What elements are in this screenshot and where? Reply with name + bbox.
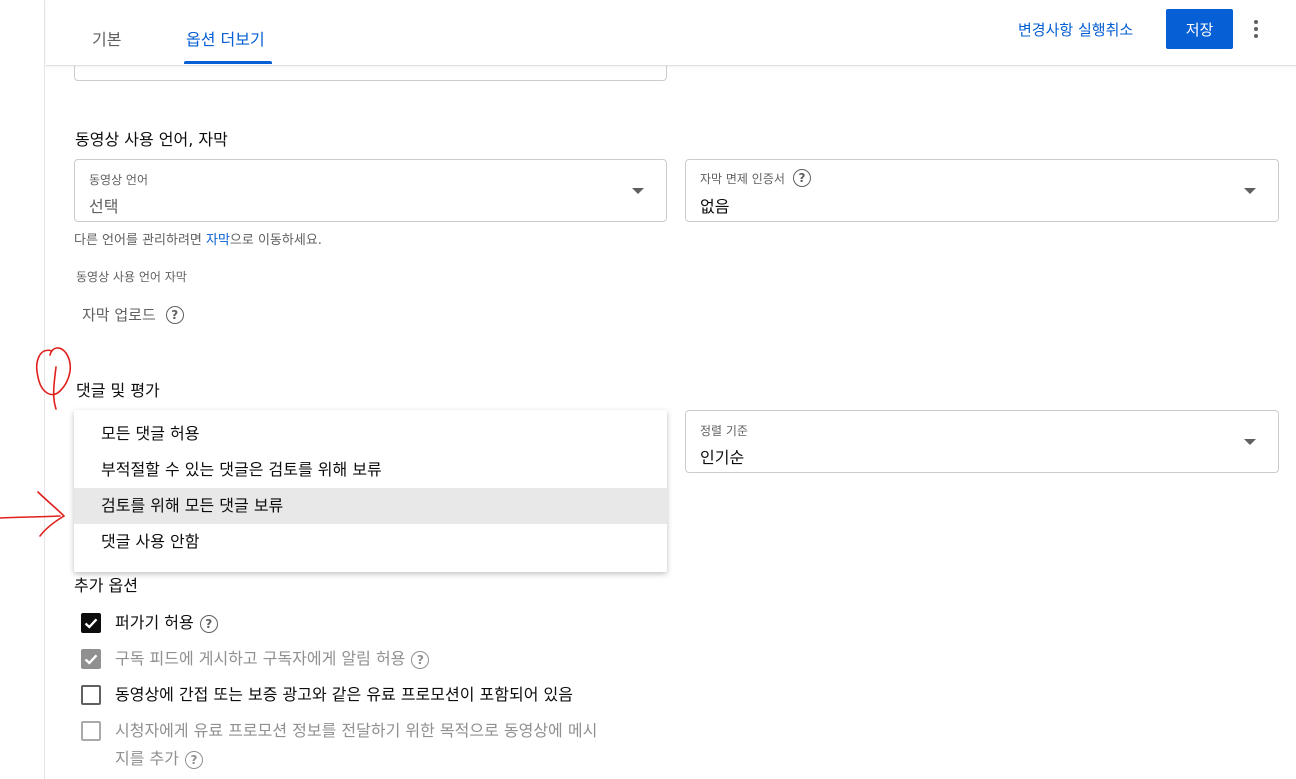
comments-section-title: 댓글 및 평가 — [76, 381, 160, 400]
option-text: 구독 피드에 게시하고 구독자에게 알림 허용? — [115, 648, 430, 670]
dropdown-arrow-icon — [632, 188, 644, 194]
upload-captions-label[interactable]: 자막 업로드 — [82, 304, 156, 325]
save-button[interactable]: 저장 — [1166, 9, 1233, 49]
paid-promotion-option[interactable]: 동영상에 간접 또는 보증 광고와 같은 유료 프로모션이 포함되어 있음 — [81, 684, 573, 706]
sort-by-select[interactable]: 정렬 기준 인기순 — [685, 410, 1279, 473]
help-icon[interactable]: ? — [184, 750, 203, 769]
language-hint: 다른 언어를 관리하려면 자막으로 이동하세요. — [74, 229, 322, 248]
more-vert-icon[interactable] — [1246, 10, 1266, 48]
left-rail — [0, 0, 45, 779]
captions-subtitle: 동영상 사용 언어 자막 — [76, 270, 187, 284]
allow-embedding-label: 퍼가기 허용 — [115, 613, 194, 632]
dropdown-arrow-icon — [1244, 439, 1256, 445]
comment-options-dropdown: 모든 댓글 허용 부적절할 수 있는 댓글은 검토를 위해 보류 검토를 위해 … — [74, 410, 667, 572]
caption-certification-label: 자막 면제 인증서 — [700, 171, 785, 186]
hint-text-prefix: 다른 언어를 관리하려면 — [74, 233, 206, 248]
allow-embedding-option[interactable]: 퍼가기 허용? — [81, 612, 218, 634]
tab-more-options[interactable]: 옵션 더보기 — [186, 26, 265, 50]
help-icon[interactable]: ? — [199, 614, 218, 633]
video-language-select[interactable]: 동영상 언어 선택 — [74, 159, 667, 222]
active-tab-indicator — [184, 61, 272, 64]
notify-subscribers-option[interactable]: 구독 피드에 게시하고 구독자에게 알림 허용? — [81, 648, 430, 670]
paid-promotion-label: 동영상에 간접 또는 보증 광고와 같은 유료 프로모션이 포함되어 있음 — [115, 685, 573, 704]
video-language-label: 동영상 언어 — [89, 173, 149, 187]
sort-by-value: 인기순 — [700, 448, 745, 467]
revert-changes-button[interactable]: 변경사항 실행취소 — [1018, 19, 1133, 40]
captions-link[interactable]: 자막 — [206, 233, 230, 248]
checkbox-checked-disabled — [81, 649, 101, 669]
checkbox-unchecked-disabled — [81, 721, 101, 741]
checkmark-icon — [84, 654, 98, 665]
checkbox-unchecked[interactable] — [81, 685, 101, 705]
help-icon[interactable]: ? — [411, 650, 430, 669]
help-icon[interactable]: ? — [165, 305, 184, 324]
dropdown-arrow-icon — [1244, 188, 1256, 194]
caption-certification-value: 없음 — [700, 197, 730, 216]
promotion-message-option[interactable]: 시청자에게 유료 프로모션 정보를 전달하기 위한 목적으로 동영상에 메시 지… — [81, 720, 597, 773]
checkmark-icon — [84, 618, 98, 629]
caption-certification-select[interactable]: 자막 면제 인증서 ? 없음 — [685, 159, 1279, 222]
tab-basic[interactable]: 기본 — [92, 26, 121, 50]
top-bar: 기본 옵션 더보기 변경사항 실행취소 저장 — [46, 0, 1296, 66]
option-text: 퍼가기 허용? — [115, 612, 218, 634]
language-section-title: 동영상 사용 언어, 자막 — [75, 130, 228, 149]
upload-captions-row[interactable]: 자막 업로드 ? — [82, 304, 184, 325]
option-hold-inappropriate-comments[interactable]: 부적절할 수 있는 댓글은 검토를 위해 보류 — [74, 452, 667, 488]
promotion-message-label-line2: 지를 추가 — [115, 749, 179, 768]
help-icon[interactable]: ? — [792, 169, 811, 187]
video-language-value: 선택 — [89, 197, 119, 216]
sort-by-label: 정렬 기준 — [700, 424, 748, 438]
hint-text-suffix: 으로 이동하세요. — [229, 233, 322, 248]
caption-certification-label-row: 자막 면제 인증서 ? — [700, 169, 811, 187]
notify-subscribers-label: 구독 피드에 게시하고 구독자에게 알림 허용 — [115, 649, 406, 668]
extra-options-title: 추가 옵션 — [74, 576, 138, 595]
checkbox-checked[interactable] — [81, 613, 101, 633]
option-disable-comments[interactable]: 댓글 사용 안함 — [74, 524, 667, 560]
option-allow-all-comments[interactable]: 모든 댓글 허용 — [74, 416, 667, 452]
option-hold-all-comments[interactable]: 검토를 위해 모든 댓글 보류 — [74, 488, 667, 524]
promotion-message-label-line1: 시청자에게 유료 프로모션 정보를 전달하기 위한 목적으로 동영상에 메시 — [115, 721, 598, 740]
option-text: 시청자에게 유료 프로모션 정보를 전달하기 위한 목적으로 동영상에 메시 지… — [115, 717, 597, 773]
